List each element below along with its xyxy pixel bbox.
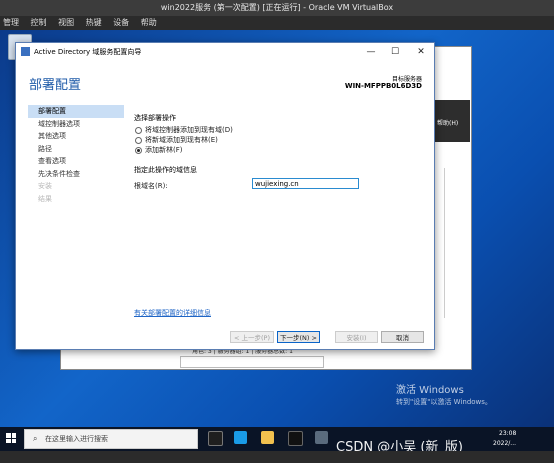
server-manager-side-panel <box>444 168 459 318</box>
wizard-title-bar: Active Directory 域服务配置向导 — ☐ ✕ <box>16 43 434 61</box>
minimize-icon[interactable]: — <box>358 43 384 61</box>
radio-dot[interactable] <box>135 137 142 144</box>
wizard-title: Active Directory 域服务配置向导 <box>34 48 142 56</box>
prev-button[interactable]: < 上一步(P) <box>230 331 274 343</box>
radio-add-dc-existing-domain[interactable]: 将域控制器添加到现有域(D) <box>135 125 375 135</box>
nav-additional-options[interactable]: 其他选项 <box>28 130 124 143</box>
radio-dot-selected[interactable] <box>135 147 142 154</box>
maximize-icon[interactable]: ☐ <box>382 43 408 61</box>
vbox-menu-help[interactable]: 帮助 <box>141 18 157 27</box>
ad-icon <box>21 47 30 56</box>
root-domain-input[interactable]: wujiexing.cn <box>252 178 359 189</box>
install-button[interactable]: 安装(I) <box>335 331 378 343</box>
activate-windows-hint: 转到"设置"以激活 Windows。 <box>396 398 492 406</box>
page-title: 部署配置 <box>29 78 82 93</box>
clock-date[interactable]: 2022/... <box>493 440 516 447</box>
vbox-title: win2022服务 (第一次配置) [正在运行] - Oracle VM Vir… <box>160 3 394 12</box>
windows-start-icon[interactable] <box>6 433 16 443</box>
more-info-link[interactable]: 有关部署配置的详细信息 <box>134 308 211 318</box>
next-button[interactable]: 下一步(N) > <box>277 331 320 343</box>
server-manager-help-menu[interactable]: 帮助(H) <box>437 118 458 127</box>
vbox-menu-control[interactable]: 控制 <box>31 18 47 27</box>
nav-deployment-config[interactable]: 部署配置 <box>28 105 124 118</box>
vbox-menu-manage[interactable]: 管理 <box>3 18 19 27</box>
wizard-button-bar: < 上一步(P) 下一步(N) > 安装(I) 取消 <box>16 331 434 349</box>
target-server-name: WIN-MFPPB0L6D3D <box>344 82 422 90</box>
vbox-menu-view[interactable]: 视图 <box>58 18 74 27</box>
nav-installation: 安装 <box>38 182 52 190</box>
ad-ds-wizard: Active Directory 域服务配置向导 — ☐ ✕ 部署配置 目标服务… <box>15 42 435 350</box>
edge-icon[interactable] <box>234 431 247 444</box>
vbox-menu-devices[interactable]: 设备 <box>113 18 129 27</box>
section-deployment-op: 选择部署操作 <box>134 114 176 122</box>
nav-review-options[interactable]: 查看选项 <box>28 155 124 168</box>
nav-prereq-check[interactable]: 先决条件检查 <box>28 168 124 181</box>
cancel-button[interactable]: 取消 <box>381 331 424 343</box>
vbox-menu-hotkey[interactable]: 热键 <box>86 18 102 27</box>
radio-label: 将域控制器添加到现有域(D) <box>145 126 233 134</box>
nav-dc-options[interactable]: 域控制器选项 <box>28 118 124 131</box>
radio-add-domain-existing-forest[interactable]: 将新域添加到现有林(E) <box>135 135 375 145</box>
task-view-icon[interactable] <box>208 431 223 446</box>
nav-paths[interactable]: 路径 <box>28 143 124 156</box>
radio-add-new-forest[interactable]: 添加新林(F) <box>135 145 375 155</box>
terminal-icon[interactable] <box>288 431 303 446</box>
section-domain-info: 指定此操作的域信息 <box>134 166 197 174</box>
radio-dot[interactable] <box>135 127 142 134</box>
search-placeholder: 在这里输入进行搜索 <box>45 435 108 443</box>
radio-label: 将新域添加到现有林(E) <box>145 136 218 144</box>
vbox-status-bar <box>0 451 554 463</box>
nav-results: 结果 <box>38 194 52 203</box>
radio-label: 添加新林(F) <box>145 146 183 154</box>
clock-time[interactable]: 23:08 <box>499 430 516 437</box>
taskbar-search[interactable]: ⌕ 在这里输入进行搜索 <box>24 429 198 449</box>
server-manager-tile <box>180 356 324 368</box>
close-icon[interactable]: ✕ <box>408 43 434 61</box>
root-domain-label: 根域名(R): <box>134 182 168 190</box>
vbox-menu-bar: 管理 控制 视图 热键 设备 帮助 <box>0 16 554 30</box>
search-icon: ⌕ <box>33 434 38 443</box>
activate-windows-title: 激活 Windows <box>396 385 464 396</box>
server-manager-icon[interactable] <box>315 431 328 444</box>
vbox-title-bar: win2022服务 (第一次配置) [正在运行] - Oracle VM Vir… <box>0 0 554 16</box>
file-explorer-icon[interactable] <box>261 431 274 444</box>
wizard-nav: 部署配置 域控制器选项 其他选项 路径 查看选项 先决条件检查 安装 结果 <box>28 105 124 205</box>
